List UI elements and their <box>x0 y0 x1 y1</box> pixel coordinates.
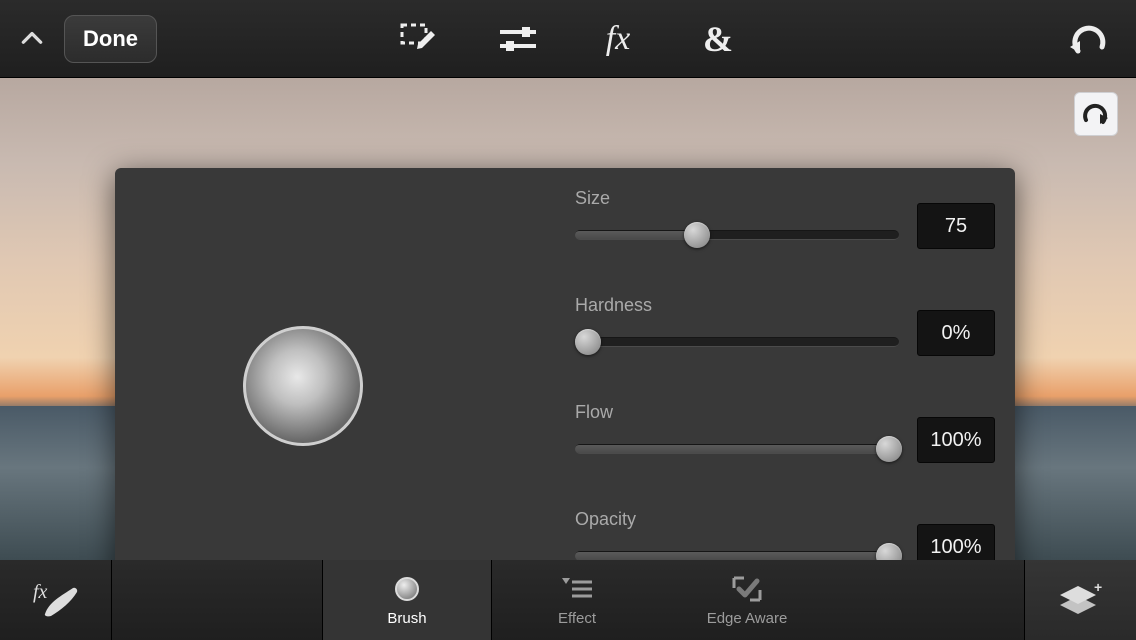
tab-brush[interactable]: Brush <box>322 560 492 640</box>
fx-icon: fx <box>606 20 631 58</box>
row-opacity: Opacity 100% <box>575 509 995 560</box>
value-size[interactable]: 75 <box>917 203 995 249</box>
add-layer-button[interactable]: + <box>1024 560 1136 640</box>
tool-selection[interactable] <box>394 15 442 63</box>
redo-icon <box>1082 102 1110 126</box>
selection-pencil-icon <box>398 22 438 56</box>
done-button[interactable]: Done <box>64 15 157 63</box>
value-hardness[interactable]: 0% <box>917 310 995 356</box>
tool-fx[interactable]: fx <box>594 15 642 63</box>
tab-brush-label: Brush <box>387 610 426 627</box>
row-flow: Flow 100% <box>575 402 995 463</box>
slider-flow[interactable] <box>575 444 899 454</box>
undo-button[interactable] <box>1060 0 1116 77</box>
brush-preview <box>243 326 363 446</box>
value-opacity[interactable]: 100% <box>917 524 995 560</box>
collapse-chevron[interactable] <box>0 26 64 52</box>
bottom-toolbar: fx Brush Effect <box>0 560 1136 640</box>
tool-adjust[interactable] <box>494 15 542 63</box>
effect-icon <box>562 578 592 600</box>
tab-effect-label: Effect <box>558 610 596 627</box>
slider-size[interactable] <box>575 230 899 240</box>
top-toolbar: Done fx & <box>0 0 1136 78</box>
slider-thumb[interactable] <box>876 543 902 560</box>
tool-blend[interactable]: & <box>694 15 742 63</box>
slider-thumb[interactable] <box>684 222 710 248</box>
brush-icon <box>395 577 419 601</box>
svg-text:+: + <box>1094 582 1102 595</box>
row-hardness: Hardness 0% <box>575 295 995 356</box>
brush-settings-popover: Size 75 Hardness 0% <box>115 168 1015 560</box>
undo-icon <box>1068 23 1108 55</box>
fx-brush-icon: fx <box>31 580 81 620</box>
fx-brush-button[interactable]: fx <box>0 560 112 640</box>
svg-text:fx: fx <box>33 581 48 603</box>
tab-edge-aware[interactable]: Edge Aware <box>662 560 832 640</box>
ampersand-icon: & <box>703 18 733 60</box>
chevron-up-icon <box>19 26 45 52</box>
redo-button[interactable] <box>1074 92 1118 136</box>
tab-edge-aware-label: Edge Aware <box>707 610 788 627</box>
value-flow[interactable]: 100% <box>917 417 995 463</box>
slider-thumb[interactable] <box>876 436 902 462</box>
slider-opacity[interactable] <box>575 551 899 560</box>
slider-thumb[interactable] <box>575 329 601 355</box>
sliders-icon <box>498 24 538 54</box>
layers-plus-icon: + <box>1058 582 1104 618</box>
edge-aware-icon <box>732 576 762 602</box>
tab-effect[interactable]: Effect <box>492 560 662 640</box>
slider-hardness[interactable] <box>575 337 899 347</box>
canvas-stage: Size 75 Hardness 0% <box>0 78 1136 560</box>
row-size: Size 75 <box>575 188 995 249</box>
